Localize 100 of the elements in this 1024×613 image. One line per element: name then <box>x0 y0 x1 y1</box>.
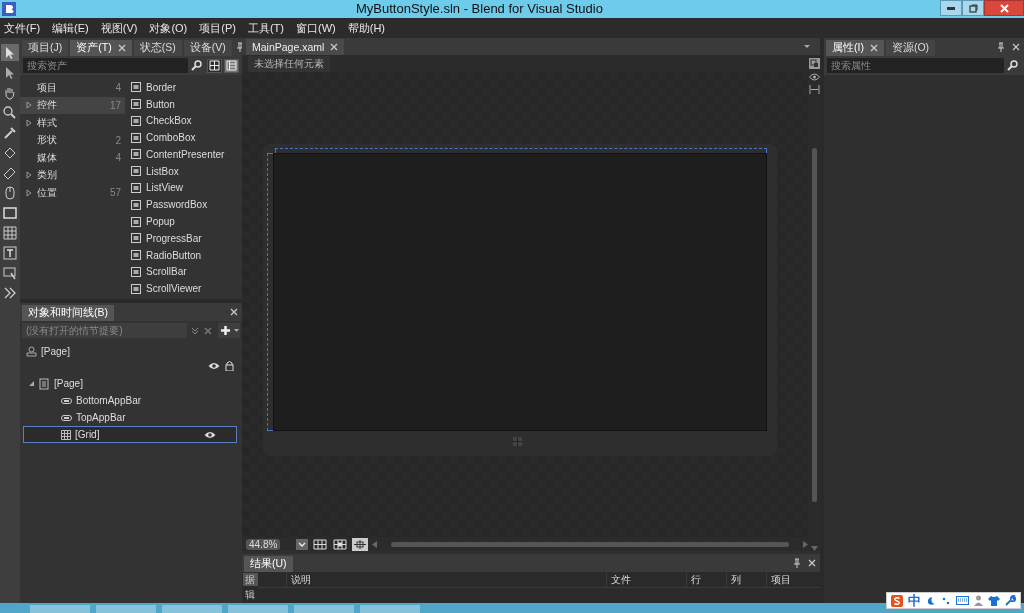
eye-icon[interactable] <box>204 430 216 439</box>
pin-icon[interactable] <box>793 558 801 568</box>
collapse-triangle-icon[interactable] <box>28 380 35 387</box>
asset-item[interactable]: ScrollViewer <box>131 280 242 297</box>
breadcrumb[interactable]: 未选择任何元素 <box>248 55 330 72</box>
close-icon[interactable] <box>1012 43 1020 51</box>
pin-icon[interactable] <box>235 42 244 52</box>
tree-item[interactable]: TopAppBar <box>23 409 237 426</box>
scroll-left-icon[interactable] <box>372 540 378 548</box>
eye-icon[interactable] <box>208 361 220 370</box>
tool-button[interactable] <box>1 264 19 281</box>
list-view-button[interactable] <box>224 58 239 73</box>
column-header[interactable]: 文件 <box>606 572 686 587</box>
document-tab[interactable]: MainPage.xaml <box>246 39 345 55</box>
restore-button[interactable] <box>962 0 984 16</box>
close-icon[interactable] <box>230 308 238 316</box>
new-storyboard-button[interactable] <box>218 323 240 338</box>
search-icon[interactable] <box>191 60 202 71</box>
search-field[interactable]: 搜索资产 <box>23 58 188 73</box>
asset-item[interactable]: ListBox <box>131 162 242 180</box>
panel-tab[interactable]: 属性(I) <box>826 40 884 56</box>
view-option-button[interactable] <box>352 537 369 551</box>
category-item[interactable]: 控件 17 <box>20 96 125 114</box>
chevron-down-icon[interactable] <box>190 325 200 336</box>
asset-item[interactable]: Button <box>131 95 242 113</box>
panel-tab[interactable]: 状态(S) <box>133 40 182 56</box>
panel-tab[interactable]: 项目(J) <box>22 40 69 56</box>
zoom-field[interactable]: 44.8% <box>246 538 281 550</box>
menu-item[interactable]: 编辑(E) <box>52 20 89 36</box>
panel-tab[interactable]: 结果(U) <box>244 556 293 572</box>
tree-item[interactable]: BottomAppBar <box>23 392 237 409</box>
asset-item[interactable]: ContentPresenter <box>131 146 242 163</box>
fit-width-icon[interactable] <box>808 85 820 94</box>
moon-icon[interactable] <box>926 595 936 606</box>
panel-tab[interactable]: 资源(O) <box>885 40 936 56</box>
tool-button[interactable] <box>1 224 19 241</box>
menu-item[interactable]: 文件(F) <box>4 20 41 36</box>
keyboard-icon[interactable] <box>956 596 969 605</box>
close-button[interactable] <box>984 0 1024 16</box>
menu-item[interactable]: 窗口(W) <box>296 20 336 36</box>
close-icon[interactable] <box>117 44 126 52</box>
asset-item[interactable]: ComboBox <box>131 129 242 147</box>
menu-item[interactable]: 帮助(H) <box>347 20 385 36</box>
asset-item[interactable]: CheckBox <box>131 112 242 130</box>
category-item[interactable]: 媒体 4 <box>20 149 125 167</box>
eye-icon[interactable] <box>808 73 820 81</box>
pin-icon[interactable] <box>997 42 1005 52</box>
plus-icon <box>219 325 231 336</box>
artboard-toggle-icon[interactable] <box>808 58 820 69</box>
input-mode[interactable]: 中 <box>908 591 921 610</box>
lock-icon[interactable] <box>225 360 234 371</box>
tree-item[interactable]: [Page] <box>23 375 237 392</box>
asset-item[interactable]: Popup <box>131 213 242 230</box>
search-icon[interactable] <box>1007 60 1018 71</box>
column-header[interactable]: 列 <box>726 572 766 587</box>
view-option-button[interactable] <box>332 537 349 551</box>
asset-item[interactable]: PasswordBox <box>131 196 242 214</box>
panel-tab[interactable]: 设备(V) <box>183 40 232 56</box>
tool-button[interactable] <box>1 204 19 221</box>
column-header[interactable]: 行 <box>686 572 726 587</box>
panel-tab[interactable]: 资产(T) <box>70 40 132 56</box>
tool-button[interactable] <box>1 244 19 261</box>
category-item[interactable]: 项目 4 <box>20 79 125 97</box>
asset-item[interactable]: Border <box>131 79 242 96</box>
app-bar-icon <box>61 396 72 405</box>
wrench-icon[interactable] <box>1005 595 1016 606</box>
menu-item[interactable]: 对象(O) <box>149 20 188 36</box>
category-item[interactable]: 形状 2 <box>20 131 125 149</box>
asset-item[interactable]: ScrollBar <box>131 263 242 281</box>
menu-item[interactable]: 工具(T) <box>247 20 284 36</box>
category-item[interactable]: 样式 <box>20 114 125 132</box>
category-item[interactable]: 类别 <box>20 166 125 184</box>
menu-item[interactable]: 视图(V) <box>100 20 138 36</box>
side-tab[interactable]: 辑 <box>242 588 258 601</box>
panel-tab[interactable]: 对象和时间线(B) <box>22 305 114 321</box>
close-storyboard-icon[interactable] <box>203 325 213 336</box>
view-option-button[interactable] <box>312 537 329 551</box>
column-header[interactable]: 说明 <box>286 572 606 587</box>
close-icon[interactable] <box>869 44 878 52</box>
asset-item[interactable]: RadioButton <box>131 246 242 264</box>
asset-item[interactable]: ListView <box>131 179 242 197</box>
minimize-button[interactable] <box>940 0 962 16</box>
punctuation-icon[interactable] <box>941 595 951 606</box>
asset-item[interactable]: ProgressBar <box>131 229 242 247</box>
menu-item[interactable]: 项目(P) <box>199 20 236 36</box>
shirt-icon[interactable] <box>988 595 1000 606</box>
dropdown-caret-icon[interactable] <box>296 538 309 550</box>
grid-view-button[interactable] <box>207 58 222 73</box>
scrollbar-thumb[interactable] <box>391 541 789 547</box>
scope-label: [Page] <box>41 346 70 357</box>
category-item[interactable]: 位置 57 <box>20 184 125 202</box>
close-icon[interactable] <box>330 43 339 51</box>
person-icon[interactable] <box>974 595 983 606</box>
search-field[interactable]: 搜索属性 <box>827 58 1004 73</box>
scrollbar-thumb[interactable] <box>811 148 817 502</box>
tool-button[interactable] <box>1 44 19 61</box>
side-tab[interactable]: 据 <box>242 573 258 586</box>
storyboard-field[interactable]: (没有打开的情节提要) <box>22 323 187 338</box>
close-icon[interactable] <box>808 559 816 567</box>
tree-item[interactable]: [Grid] <box>23 426 237 443</box>
